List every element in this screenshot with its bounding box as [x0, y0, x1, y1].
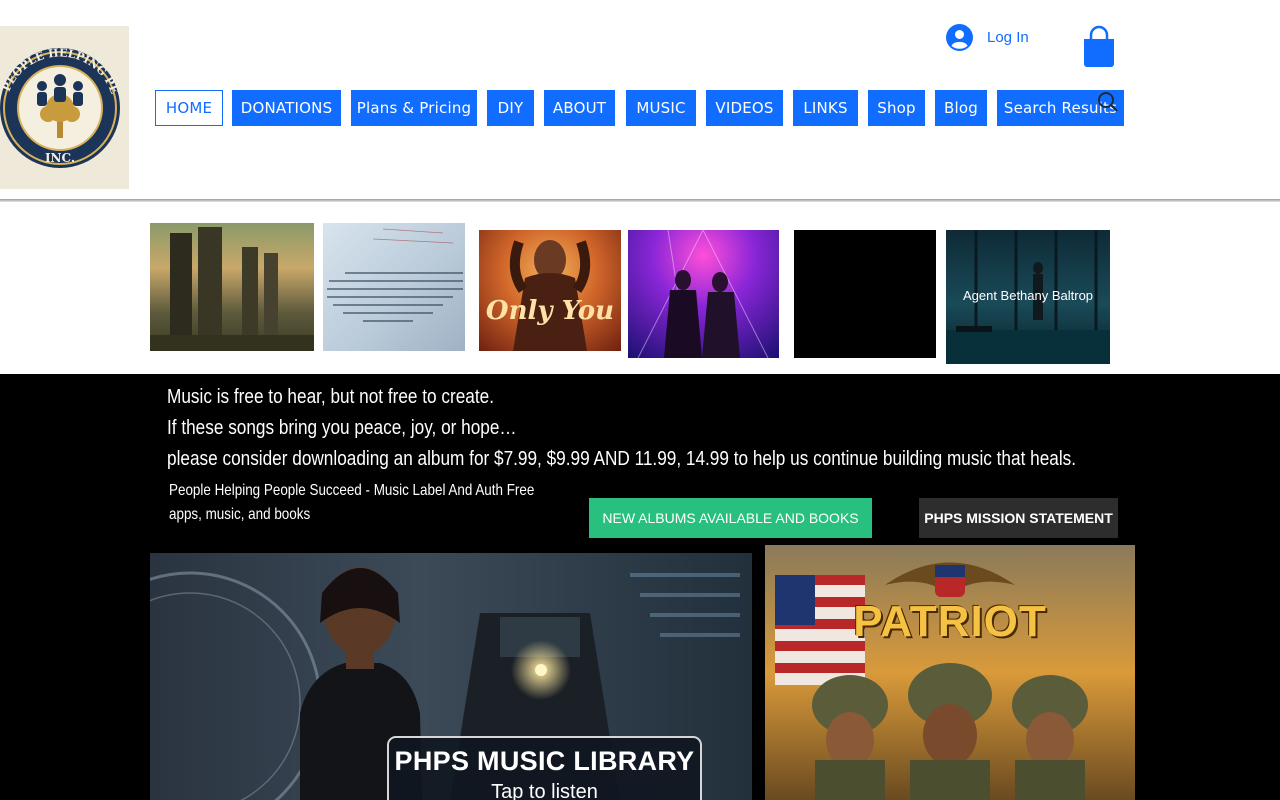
login-label: Log In [987, 28, 1029, 46]
nav-item-shop[interactable]: Shop [868, 90, 925, 126]
patriot-album-banner[interactable]: PATRIOT [765, 545, 1135, 800]
site-header: PEOPLE HELPING PEOPLE INC. Log In HOMEDO… [0, 0, 1280, 200]
search-icon[interactable] [1097, 91, 1119, 113]
image-gallery: Only You Agent Bethany Baltrop [0, 202, 1280, 374]
gallery-item-dance-party[interactable] [628, 230, 779, 358]
nav-item-links[interactable]: LINKS [793, 90, 858, 126]
nav-item-about[interactable]: ABOUT [544, 90, 615, 126]
gallery-item-agent-bethany-baltrop[interactable]: Agent Bethany Baltrop [946, 230, 1110, 364]
new-albums-button[interactable]: NEW ALBUMS AVAILABLE AND BOOKS [589, 498, 872, 538]
promo-section: Music is free to hear, but not free to c… [0, 374, 1280, 800]
shopping-bag-icon[interactable] [1082, 25, 1116, 67]
promo-line-1: Music is free to hear, but not free to c… [167, 386, 494, 408]
nav-item-blog[interactable]: Blog [935, 90, 987, 126]
nav-item-home[interactable]: HOME [155, 90, 223, 126]
label-tagline: People Helping People Succeed - Music La… [169, 482, 535, 523]
agent-bethany-caption: Agent Bethany Baltrop [962, 288, 1094, 303]
mission-statement-button[interactable]: PHPS MISSION STATEMENT [919, 498, 1118, 538]
page: PEOPLE HELPING PEOPLE INC. Log In HOMEDO… [0, 0, 1280, 800]
patriot-title: PATRIOT [853, 597, 1047, 646]
gallery-item-only-you[interactable]: Only You [479, 230, 621, 351]
gallery-item-letter[interactable] [323, 223, 465, 351]
nav-item-plans-pricing[interactable]: Plans & Pricing [351, 90, 477, 126]
music-library-banner[interactable]: PHPS MUSIC LIBRARY Tap to listen [150, 553, 752, 800]
music-library-card[interactable]: PHPS MUSIC LIBRARY Tap to listen [387, 736, 702, 800]
login-button[interactable]: Log In [946, 22, 1029, 52]
nav-item-videos[interactable]: VIDEOS [706, 90, 783, 126]
promo-line-2: If these songs bring you peace, joy, or … [167, 417, 517, 439]
promo-line-3: please consider downloading an album for… [167, 448, 1077, 470]
gallery-item-soldiers[interactable] [150, 223, 314, 351]
nav-item-donations[interactable]: DONATIONS [232, 90, 341, 126]
nav-item-diy[interactable]: DIY [487, 90, 534, 126]
site-logo[interactable]: PEOPLE HELPING PEOPLE INC. [0, 26, 129, 189]
only-you-caption: Only You [485, 296, 615, 326]
music-library-title: PHPS MUSIC LIBRARY [394, 746, 695, 776]
logo-bottom-text: INC. [45, 151, 75, 165]
gallery-item-video-thumbnail[interactable] [794, 230, 936, 358]
tap-to-listen-label: Tap to listen [491, 781, 598, 800]
user-avatar-icon [946, 23, 973, 51]
nav-item-music[interactable]: MUSIC [626, 90, 696, 126]
